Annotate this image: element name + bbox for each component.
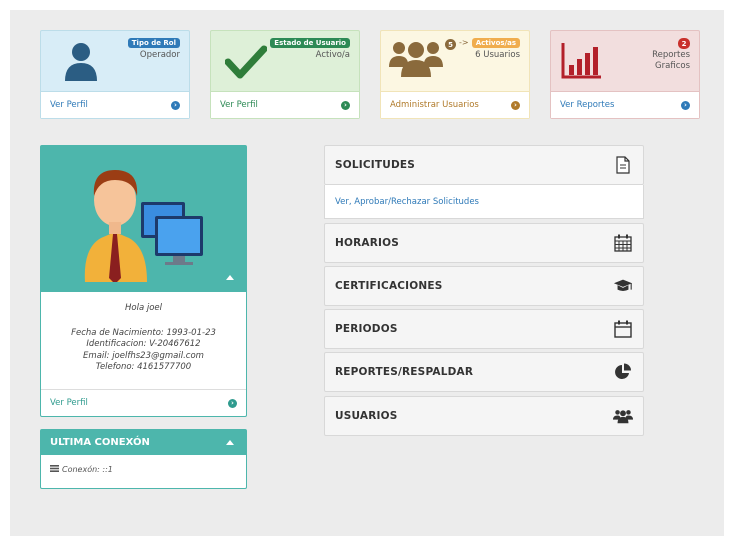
- arrow-text: ->: [459, 38, 469, 47]
- menu-horarios-label: HORARIOS: [335, 237, 400, 249]
- arrow-right-icon: ›: [228, 398, 237, 408]
- view-reports-link-label: Ver Reportes: [560, 100, 615, 110]
- users-value: 6 Usuarios: [475, 50, 520, 60]
- menu-usuarios[interactable]: USUARIOS: [324, 396, 644, 436]
- calendar-icon: [613, 319, 633, 339]
- profile-phone: Telefono: 4161577700: [95, 362, 192, 372]
- bar-chart-icon: [561, 41, 603, 83]
- collapse-caret-icon[interactable]: [226, 440, 234, 445]
- profile-link-label: Ver Perfil: [50, 398, 88, 408]
- profile-header: [41, 146, 246, 292]
- menu-periodos[interactable]: PERIODOS: [324, 309, 644, 349]
- profile-birthdate: Fecha de Nacimiento: 1993-01-23: [71, 327, 216, 338]
- profile-link[interactable]: Ver Perfil ›: [41, 389, 246, 416]
- group-icon: [389, 39, 443, 81]
- active-count-badge: 5: [445, 39, 456, 50]
- status-card-link-label: Ver Perfil: [220, 100, 258, 110]
- avatar: [77, 158, 207, 286]
- manage-users-link-label: Administrar Usuarios: [390, 100, 479, 110]
- role-card-link-label: Ver Perfil: [50, 100, 88, 110]
- menu-reportes-label: REPORTES/RESPALDAR: [335, 366, 474, 378]
- arrow-right-icon: ›: [511, 100, 520, 110]
- role-card-link[interactable]: Ver Perfil ›: [41, 91, 189, 118]
- last-connection-card: ULTIMA CONEXÓN Conexón: ::1: [40, 429, 247, 489]
- last-connection-header[interactable]: ULTIMA CONEXÓN: [41, 430, 246, 455]
- reports-value: Reportes Graficos: [652, 50, 690, 72]
- last-connection-title: ULTIMA CONEXÓN: [50, 437, 150, 448]
- list-icon: [50, 465, 59, 474]
- users-card: 5 -> Activos/as 6 Usuarios Administrar U…: [380, 30, 530, 119]
- menu-reportes[interactable]: REPORTES/RESPALDAR: [324, 352, 644, 392]
- profile-email: Email: joelfhs23@gmail.com: [83, 350, 204, 361]
- arrow-right-icon: ›: [171, 100, 180, 110]
- solicitudes-link-label: Ver, Aprobar/Rechazar Solicitudes: [335, 196, 479, 207]
- status-card-link[interactable]: Ver Perfil ›: [211, 91, 359, 118]
- calendar-grid-icon: [613, 233, 633, 253]
- reports-label-2: Graficos: [655, 61, 690, 71]
- status-value: Activo/a: [315, 50, 350, 60]
- menu-periodos-label: PERIODOS: [335, 323, 398, 335]
- role-badge: Tipo de Rol: [127, 38, 180, 48]
- manage-users-link[interactable]: Administrar Usuarios ›: [381, 91, 529, 118]
- document-icon: [613, 155, 633, 175]
- status-badge: Estado de Usuario: [270, 38, 350, 48]
- collapse-caret-icon[interactable]: [226, 275, 234, 280]
- arrow-right-icon: ›: [681, 100, 690, 110]
- last-connection-body: Conexón: ::1: [41, 455, 246, 484]
- view-reports-link[interactable]: Ver Reportes ›: [551, 91, 699, 118]
- users-icon: [613, 406, 633, 426]
- menu-usuarios-label: USUARIOS: [335, 410, 398, 422]
- checkmark-icon: [224, 45, 268, 83]
- menu-solicitudes[interactable]: SOLICITUDES: [324, 145, 644, 185]
- profile-card: Hola joel Fecha de Nacimiento: 1993-01-2…: [40, 145, 247, 417]
- reports-label-1: Reportes: [652, 50, 690, 60]
- role-value: Operador: [139, 50, 180, 60]
- active-badge: Activos/as: [471, 38, 520, 48]
- profile-id: Identificacion: V-20467612: [86, 339, 201, 349]
- profile-greeting: Hola joel: [124, 303, 163, 313]
- user-icon: [63, 41, 99, 85]
- profile-info: Hola joel Fecha de Nacimiento: 1993-01-2…: [41, 292, 246, 374]
- solicitudes-link[interactable]: Ver, Aprobar/Rechazar Solicitudes: [324, 185, 644, 219]
- arrow-right-icon: ›: [341, 100, 350, 110]
- graduation-cap-icon: [613, 276, 633, 296]
- reports-count-badge: 2: [678, 38, 690, 49]
- pie-chart-icon: [613, 362, 633, 382]
- last-connection-text: Conexón: ::1: [62, 465, 113, 474]
- menu-solicitudes-label: SOLICITUDES: [335, 159, 416, 171]
- menu-certificaciones-label: CERTIFICACIONES: [335, 280, 443, 292]
- reports-card: 2 Reportes Graficos Ver Reportes ›: [550, 30, 700, 119]
- status-card: Estado de Usuario Activo/a Ver Perfil ›: [210, 30, 360, 119]
- menu-certificaciones[interactable]: CERTIFICACIONES: [324, 266, 644, 306]
- menu-horarios[interactable]: HORARIOS: [324, 223, 644, 263]
- role-card: Tipo de Rol Operador Ver Perfil ›: [40, 30, 190, 119]
